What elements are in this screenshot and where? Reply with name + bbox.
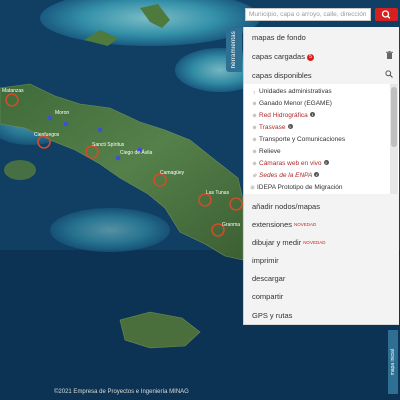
section-loaded-layers-heading: capas cargadas 5 [252, 52, 314, 61]
layer-item-label: Sedes de la ENPA [259, 172, 313, 179]
search-button[interactable] [375, 8, 398, 21]
trash-icon[interactable] [386, 51, 393, 61]
initial-map-tab[interactable]: mapa inicial [388, 330, 398, 394]
layer-item-label: Unidades administrativas [259, 88, 332, 95]
layer-item[interactable]: ┐ Unidades administrativas [250, 88, 332, 95]
layer-item-label: Red Hidrográfica [259, 112, 308, 119]
section-print-label: imprimir [252, 256, 279, 265]
info-icon[interactable]: i [314, 172, 320, 177]
section-download-label: descargar [252, 274, 286, 283]
tools-tab[interactable]: herramientas [226, 28, 242, 72]
expand-dot-icon: ⊕ [252, 101, 257, 107]
section-extensions-label: extensiones [252, 220, 293, 229]
initial-map-tab-label: mapa inicial [390, 348, 396, 376]
section-add-nodes-label: añadir nodos/mapas [252, 202, 320, 211]
map-attribution: ©2021 Empresa de Proyectos e Ingeniería … [54, 389, 189, 395]
section-basemaps-label: mapas de fondo [252, 33, 306, 42]
layer-item[interactable]: ⊕ Transporte y Comunicaciones [250, 136, 345, 143]
svg-text:Moron: Moron [55, 110, 69, 116]
layer-item[interactable]: ⊕ Cámaras web en vivo i [250, 160, 329, 167]
section-gps-routes[interactable]: GPS y rutas [244, 305, 399, 325]
info-icon[interactable]: i [287, 124, 293, 129]
info-icon[interactable]: i [309, 112, 315, 117]
layer-item[interactable]: ⊕ Ganado Menor (EGAME) [250, 100, 332, 107]
layer-item[interactable]: ⊕ Red Hidrográfica i [250, 112, 315, 119]
section-loaded-layers-label: capas cargadas [252, 52, 305, 61]
layer-item[interactable]: ⊕ Trasvase i [250, 124, 293, 131]
layer-item[interactable]: ⊞ IDEPA Prototipo de Migración [248, 184, 343, 191]
layer-item-label: Cámaras web en vivo [259, 160, 322, 167]
new-badge: NOVEDAD [294, 222, 317, 227]
section-available-layers-label: capas disponibles [252, 71, 312, 80]
svg-text:Camagüey: Camagüey [160, 170, 185, 176]
svg-text:Granma: Granma [222, 222, 240, 228]
south-shelf [50, 208, 170, 252]
section-share[interactable]: compartir [244, 287, 399, 306]
layers-scrollbar-thumb[interactable] [391, 87, 397, 147]
info-icon[interactable]: i [323, 160, 329, 165]
layer-item-label: Relieve [259, 148, 281, 155]
section-print[interactable]: imprimir [244, 251, 399, 270]
search-icon [381, 10, 391, 19]
layer-item[interactable]: ⊕ Sedes de la ENPA i [250, 172, 320, 179]
layer-item-label: IDEPA Prototipo de Migración [257, 184, 343, 191]
section-download[interactable]: descargar [244, 269, 399, 288]
expand-dot-icon: ⊕ [252, 125, 257, 131]
svg-text:Sancti Spíritus: Sancti Spíritus [92, 142, 125, 148]
expand-dot-icon: ⊕ [252, 137, 257, 143]
section-gps-routes-label: GPS y rutas [252, 311, 293, 320]
svg-text:Matanzas: Matanzas [2, 88, 24, 94]
section-draw-measure-label: dibujar y medir [252, 238, 302, 247]
available-layers-list: ┐ Unidades administrativas ⊕ Ganado Menor … [244, 84, 399, 194]
section-available-layers[interactable]: capas disponibles [244, 65, 399, 85]
section-loaded-layers[interactable]: capas cargadas 5 [244, 46, 399, 66]
section-basemaps[interactable]: mapas de fondo [244, 27, 399, 47]
expand-dot-icon: ⊕ [252, 149, 257, 155]
svg-text:Las Tunas: Las Tunas [206, 190, 230, 196]
layer-item-label: Trasvase [259, 124, 286, 131]
expand-dot-icon: ⊕ [252, 161, 257, 167]
search-input[interactable] [245, 8, 371, 21]
section-add-nodes[interactable]: añadir nodos/mapas [244, 197, 399, 216]
expand-dot-icon: ⊕ [252, 173, 257, 179]
search-bar [245, 8, 398, 22]
layer-item-label: Ganado Menor (EGAME) [259, 100, 332, 107]
tools-tab-label: herramientas [231, 31, 237, 69]
section-draw-measure[interactable]: dibujar y medir NOVEDAD [244, 233, 399, 252]
southern-island [4, 160, 36, 180]
loaded-layers-count-badge: 5 [306, 54, 314, 61]
section-draw-measure-heading: dibujar y medir NOVEDAD [252, 238, 325, 247]
expand-dot-icon: ⊕ [252, 113, 257, 119]
layer-search-icon[interactable] [385, 70, 393, 80]
svg-text:Ciego de Ávila: Ciego de Ávila [120, 149, 152, 156]
section-extensions-heading: extensiones NOVEDAD [252, 220, 316, 229]
expand-icon: ⊞ [250, 185, 255, 191]
tree-line-icon: ┐ [252, 89, 257, 95]
svg-text:Cienfuegos: Cienfuegos [34, 132, 60, 138]
section-extensions[interactable]: extensiones NOVEDAD [244, 215, 399, 234]
layer-item[interactable]: ⊕ Relieve [250, 148, 281, 155]
new-badge: NOVEDAD [303, 240, 326, 245]
section-share-label: compartir [252, 292, 284, 301]
layers-panel: mapas de fondo capas cargadas 5 capas dis… [243, 27, 399, 325]
layer-item-label: Transporte y Comunicaciones [259, 136, 346, 143]
